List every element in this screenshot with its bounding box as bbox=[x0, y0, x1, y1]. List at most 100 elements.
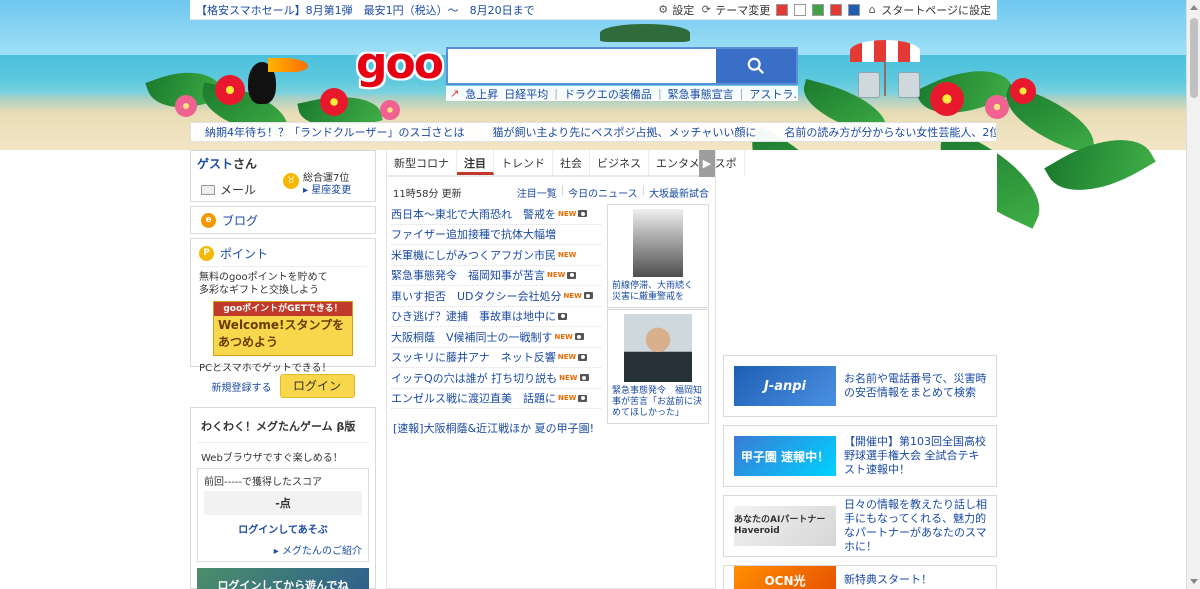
separator: | bbox=[641, 185, 645, 196]
osaka-latest-link[interactable]: 大坂最新試合 bbox=[649, 185, 709, 200]
news-title: 西日本～東北で大雨恐れ 警戒を bbox=[391, 207, 556, 221]
search-box bbox=[446, 47, 798, 85]
theme-change-button[interactable]: ⟳ テーマ変更 bbox=[700, 2, 771, 18]
news-title: 緊急事態発令 福岡知事が苦言 bbox=[391, 269, 545, 283]
banner-top-text: gooポイントがGETできる！ bbox=[214, 302, 352, 316]
hibiscus-decoration bbox=[320, 88, 348, 116]
theme-change-label: テーマ変更 bbox=[715, 3, 771, 17]
register-link[interactable]: 新規登録する bbox=[212, 379, 272, 394]
news-item[interactable]: 車いす拒否 UDタクシー会社処分 NEW bbox=[391, 286, 601, 307]
news-item[interactable]: 米軍機にしがみつくアフガン市民 NEW bbox=[391, 245, 601, 266]
mail-icon bbox=[201, 184, 215, 195]
trend-item[interactable]: 緊急事態宣言 bbox=[668, 86, 734, 101]
news-item[interactable]: 緊急事態発令 福岡知事が苦言 NEW bbox=[391, 266, 601, 286]
hibiscus-decoration bbox=[215, 75, 245, 105]
news-header-links: 注目一覧 | 今日のニュース | 大坂最新試合 bbox=[517, 185, 709, 200]
guest-greeting: ゲストさん bbox=[197, 155, 369, 172]
game-intro-link[interactable]: ▸ メグたんのご紹介 bbox=[204, 542, 362, 557]
news-title: 車いす拒否 UDタクシー会社処分 bbox=[391, 289, 562, 303]
search-input[interactable] bbox=[448, 49, 716, 83]
photo-news-card[interactable]: 前線停滞、大雨続く 災害に厳重警戒を bbox=[607, 204, 709, 308]
right-column: J-anpi お名前や電話番号で、災害時の安否情報をまとめて検索 甲子園 速報中… bbox=[723, 150, 997, 589]
login-button[interactable]: ログイン bbox=[279, 374, 355, 398]
theme-swatch-white[interactable] bbox=[794, 3, 807, 16]
home-icon: ⌂ bbox=[868, 2, 876, 16]
scroll-up-arrow-icon[interactable] bbox=[1190, 5, 1198, 10]
trend-item[interactable]: アストラ… bbox=[749, 86, 798, 101]
game-banner[interactable]: ログインしてから遊んでね bbox=[197, 568, 369, 589]
blog-link[interactable]: e ブログ bbox=[190, 206, 376, 234]
new-badge: NEW bbox=[563, 291, 582, 300]
game-subtitle: Webブラウザですぐ楽しめる！ bbox=[201, 453, 343, 464]
haveroid-banner: あなたのAIパートナー Haveroid bbox=[734, 506, 836, 546]
news-ticker: 納期4年待ち！？「ランドクルーザー」のスゴさとは 猫が飼い主より先にベスポジ占拠… bbox=[190, 122, 997, 142]
startpage-label: スタートページに設定 bbox=[881, 3, 991, 17]
ticker-item[interactable]: 納期4年待ち！？「ランドクルーザー」のスゴさとは bbox=[205, 124, 464, 140]
zodiac-change-link[interactable]: ▸ 星座変更 bbox=[303, 185, 351, 197]
new-badge: NEW bbox=[559, 373, 578, 382]
beach-chair-decoration bbox=[898, 72, 920, 98]
refresh-icon: ⟳ bbox=[701, 2, 711, 16]
tab-society[interactable]: 社会 bbox=[553, 150, 590, 175]
point-link[interactable]: P ポイント bbox=[199, 245, 367, 267]
tab-featured[interactable]: 注目 bbox=[457, 150, 494, 175]
point-icon: P bbox=[199, 246, 214, 261]
set-startpage-button[interactable]: ⌂ スタートページに設定 bbox=[866, 2, 991, 18]
today-news-link[interactable]: 今日のニュース bbox=[568, 185, 638, 200]
promo-card-koshien[interactable]: 甲子園 速報中！ 【開催中】第103回全国高校野球選手権大会 全試合テキスト速報… bbox=[723, 425, 997, 487]
horoscope-rank[interactable]: 総合運7位 bbox=[303, 173, 351, 185]
theme-swatch-red[interactable] bbox=[776, 3, 789, 16]
ticker-item[interactable]: 名前の読み方が分からない女性芸能人、2位は蒔田彩珠 bbox=[784, 124, 996, 140]
news-item[interactable]: 西日本～東北で大雨恐れ 警戒を NEW bbox=[391, 204, 601, 225]
promo-link[interactable]: 【格安スマホセール】8月第1弾 最安1円（税込）～ 8月20日まで bbox=[196, 2, 657, 18]
tab-next-button[interactable]: ▶ bbox=[699, 150, 715, 177]
hibiscus-decoration bbox=[175, 95, 197, 117]
guest-name: ゲスト bbox=[197, 157, 234, 171]
page-scrollbar[interactable] bbox=[1186, 0, 1200, 589]
scroll-down-arrow-icon[interactable] bbox=[1190, 579, 1198, 584]
tab-business[interactable]: ビジネス bbox=[590, 150, 649, 175]
camera-icon bbox=[558, 312, 567, 320]
search-button[interactable] bbox=[716, 49, 796, 83]
toolbar-tools: ⚙ 設定 ⟳ テーマ変更 ⌂ スタートページに設定 bbox=[657, 2, 991, 18]
theme-swatch-red-2[interactable] bbox=[830, 3, 843, 16]
news-item[interactable]: 大阪桐蔭 V候補同士の一戦制す NEW bbox=[391, 327, 601, 348]
trend-item[interactable]: 日経平均 bbox=[504, 86, 548, 101]
news-item[interactable]: ファイザー追加接種で抗体大幅増 bbox=[391, 225, 601, 245]
hibiscus-decoration bbox=[380, 100, 400, 120]
welcome-stamp-banner[interactable]: gooポイントがGETできる！ Welcome!スタンプを あつめよう bbox=[213, 301, 353, 356]
scrollbar-thumb[interactable] bbox=[1190, 18, 1198, 98]
guest-suffix: さん bbox=[233, 157, 258, 171]
theme-swatch-blue[interactable] bbox=[848, 3, 861, 16]
promo-card-ocn[interactable]: OCN光 新特典スタート！ bbox=[723, 565, 997, 589]
ticker-item[interactable]: 猫が飼い主より先にベスポジ占拠、メッチャいい顔に bbox=[492, 124, 756, 140]
theme-swatch-green[interactable] bbox=[812, 3, 825, 16]
update-time: 11時58分 更新 bbox=[393, 189, 462, 200]
breaking-news-link[interactable]: [速報]大阪桐蔭&近江戦ほか 夏の甲子園! bbox=[393, 420, 594, 436]
news-column: 新型コロナ 注目 トレンド 社会 ビジネス エンタメ スポ ▶ 11時58分 更… bbox=[386, 150, 745, 589]
camera-icon bbox=[579, 374, 589, 382]
point-label: ポイント bbox=[220, 247, 269, 261]
promo-card-janpi[interactable]: J-anpi お名前や電話番号で、災害時の安否情報をまとめて検索 bbox=[723, 355, 997, 417]
toucan-beak-decoration bbox=[268, 58, 308, 72]
featured-list-link[interactable]: 注目一覧 bbox=[517, 185, 557, 200]
new-badge: NEW bbox=[558, 209, 577, 218]
news-item[interactable]: ひき逃げ？逮捕 事故車は地中に bbox=[391, 307, 601, 327]
news-item[interactable]: イッテQの穴は誰が 打ち切り説も NEW bbox=[391, 368, 601, 389]
news-item[interactable]: スッキリに藤井アナ ネット反響 NEW bbox=[391, 348, 601, 368]
goo-logo[interactable]: goo bbox=[356, 42, 444, 86]
trend-label[interactable]: 急上昇 bbox=[465, 86, 498, 101]
photo-news-card[interactable]: 緊急事態発令 福岡知事が苦言「お盆前に決めてほしかった」 bbox=[607, 309, 709, 424]
tab-covid[interactable]: 新型コロナ bbox=[387, 150, 457, 175]
news-photo bbox=[633, 209, 683, 277]
mail-link[interactable]: メール bbox=[201, 181, 256, 198]
camera-icon bbox=[567, 271, 577, 279]
promo-text: 新特典スタート！ bbox=[844, 573, 932, 586]
promo-card-haveroid[interactable]: あなたのAIパートナー Haveroid 日々の情報を教えたり話し相手にもなって… bbox=[723, 495, 997, 557]
news-item[interactable]: エンゼルス戦に渡辺直美 話題に NEW bbox=[391, 389, 601, 409]
separator: | bbox=[554, 87, 558, 100]
trend-item[interactable]: ドラクエの装備品 bbox=[564, 86, 652, 101]
game-login-link[interactable]: ログインしてあそぶ bbox=[204, 521, 362, 536]
settings-button[interactable]: ⚙ 設定 bbox=[657, 2, 694, 18]
tab-trend[interactable]: トレンド bbox=[494, 150, 553, 175]
